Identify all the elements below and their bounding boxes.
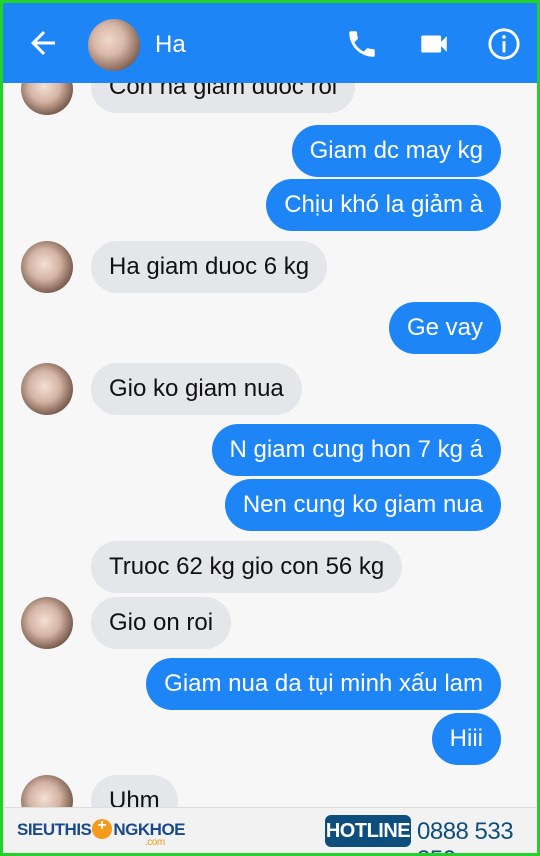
contact-name[interactable]: Ha: [155, 31, 186, 59]
message-bubble-incoming[interactable]: Truoc 62 kg gio con 56 kg: [91, 541, 403, 593]
hotline-badge: HOTLINE: [325, 815, 411, 847]
plus-circle-icon: [92, 817, 113, 839]
message-thread[interactable]: Con ha giam duoc roi Giam dc may kg Chịu…: [3, 83, 537, 807]
arrow-left-icon[interactable]: [25, 25, 61, 61]
watermark-banner: SIEUTHISNGKHOE.com HOTLINE 0888 533 350: [3, 807, 537, 853]
sender-avatar: [21, 597, 73, 649]
video-camera-icon[interactable]: [417, 27, 451, 61]
phone-icon[interactable]: [345, 27, 379, 61]
sender-avatar: [21, 363, 73, 415]
sender-avatar: [21, 241, 73, 293]
conversation-header: Ha: [3, 3, 537, 83]
message-bubble-outgoing[interactable]: Ge vay: [388, 302, 501, 354]
brand-logo: SIEUTHISNGKHOE.com: [17, 817, 186, 848]
hotline-number: 0888 533 350: [417, 818, 514, 853]
message-bubble-incoming[interactable]: Con ha giam duoc roi: [91, 83, 356, 113]
info-icon[interactable]: [487, 27, 521, 61]
message-bubble-outgoing[interactable]: Giam dc may kg: [291, 125, 501, 177]
screenshot-frame: Ha Con ha giam duoc roi Giam dc may kg C…: [0, 0, 540, 856]
message-bubble-outgoing[interactable]: Chịu khó la giảm à: [266, 179, 501, 231]
message-bubble-incoming[interactable]: Gio ko giam nua: [91, 363, 302, 415]
message-bubble-outgoing[interactable]: N giam cung hon 7 kg á: [211, 424, 501, 476]
message-bubble-incoming[interactable]: Gio on roi: [91, 597, 232, 649]
message-bubble-outgoing[interactable]: Giam nua da tụi minh xấu lam: [146, 658, 501, 710]
message-bubble-outgoing[interactable]: Nen cung ko giam nua: [224, 479, 501, 531]
sender-avatar: [21, 775, 73, 807]
contact-avatar[interactable]: [88, 19, 140, 71]
message-bubble-incoming[interactable]: Uhm: [91, 775, 178, 807]
message-bubble-incoming[interactable]: Ha giam duoc 6 kg: [91, 241, 328, 293]
message-bubble-outgoing[interactable]: Hiii: [431, 713, 501, 765]
sender-avatar: [21, 83, 73, 115]
